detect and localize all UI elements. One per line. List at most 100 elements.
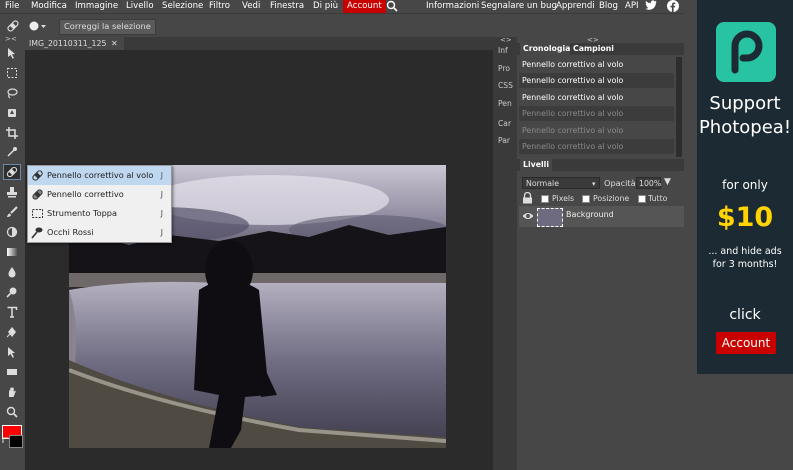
menu-di-piu[interactable]: Di più xyxy=(313,0,338,13)
menu-file[interactable]: File xyxy=(5,0,19,13)
zoom-tool-icon[interactable] xyxy=(3,404,21,420)
flyout-item-red-eye[interactable]: Occhi Rossi J xyxy=(28,223,171,242)
side-tab-css[interactable]: CSS xyxy=(498,81,513,90)
hand-tool-icon[interactable] xyxy=(3,384,21,400)
blur-tool-icon[interactable] xyxy=(3,264,21,280)
layer-thumbnail xyxy=(537,208,563,227)
tab-swatches[interactable]: Campioni xyxy=(570,43,617,55)
menu-modifica[interactable]: Modifica xyxy=(31,0,67,13)
twitter-icon[interactable] xyxy=(645,0,658,12)
history-row[interactable]: Pennello correttivo al volo xyxy=(519,106,674,121)
ad-photopea-text: Photopea! xyxy=(698,117,792,138)
lock-all-checkbox[interactable] xyxy=(638,195,646,203)
lock-position-checkbox[interactable] xyxy=(582,195,590,203)
layer-row[interactable]: Background xyxy=(519,206,684,227)
document-tab[interactable]: IMG_20110311_125 ✕ xyxy=(25,37,124,50)
eyedropper-tool-icon[interactable] xyxy=(3,144,21,160)
brush-tool-icon[interactable] xyxy=(3,204,21,220)
right-panels: <> Cronologia Campioni Pennello corretti… xyxy=(517,36,684,470)
menu-account[interactable]: Account xyxy=(343,0,386,13)
crop-tool-icon[interactable] xyxy=(3,125,21,141)
pen-tool-icon[interactable] xyxy=(3,324,21,340)
side-tab-character[interactable]: Car xyxy=(498,119,511,128)
spot-healing-tool-icon[interactable] xyxy=(3,164,21,180)
history-row[interactable]: Pennello correttivo al volo xyxy=(519,57,674,72)
side-tab-properties[interactable]: Pro xyxy=(498,64,510,73)
healing-brush-icon xyxy=(31,188,44,201)
history-row[interactable]: Pennello correttivo al volo xyxy=(519,123,674,138)
ad-price-text: $10 xyxy=(716,202,774,233)
swap-colors-icon[interactable] xyxy=(2,437,9,444)
menu-immagine[interactable]: Immagine xyxy=(75,0,118,13)
tool-bar: >< xyxy=(0,35,25,470)
shape-tool-icon[interactable] xyxy=(3,364,21,380)
background-color-swatch[interactable] xyxy=(9,435,23,448)
link-segnalare-bug[interactable]: Segnalare un bug xyxy=(481,0,557,12)
document-tab-title: IMG_20110311_125 xyxy=(29,39,107,48)
flyout-item-healing-brush[interactable]: Pennello correttivo J xyxy=(28,185,171,204)
layer-name: Background xyxy=(566,210,614,219)
ad-hide-ads-text: ... and hide ads xyxy=(708,246,782,257)
brush-preset-picker[interactable] xyxy=(28,19,48,33)
side-tab-info[interactable]: Inf xyxy=(498,46,508,55)
history-row[interactable]: Pennello correttivo al volo xyxy=(519,73,674,88)
eye-icon[interactable] xyxy=(522,211,534,221)
blend-mode-select[interactable]: Normale ▾ xyxy=(522,177,600,189)
path-select-tool-icon[interactable] xyxy=(3,344,21,360)
spot-healing-tool-icon[interactable] xyxy=(6,19,20,33)
link-blog[interactable]: Blog xyxy=(599,0,618,12)
menu-livello[interactable]: Livello xyxy=(126,0,154,13)
healing-tools-flyout: Pennello correttivo al volo J Pennello c… xyxy=(27,165,172,243)
tab-layers[interactable]: Livelli xyxy=(520,159,553,171)
ad-account-button[interactable]: Account xyxy=(716,332,776,354)
link-informazioni[interactable]: Informazioni xyxy=(426,0,479,12)
marquee-tool-icon[interactable] xyxy=(3,65,21,81)
gradient-tool-icon[interactable] xyxy=(3,244,21,260)
side-collapse-glyph[interactable]: <> xyxy=(500,36,512,44)
lasso-tool-icon[interactable] xyxy=(3,85,21,101)
lock-pixels-label: Pixels xyxy=(552,194,575,203)
toolbar-expand-glyph[interactable]: >< xyxy=(5,35,17,43)
document-tab-bar: IMG_20110311_125 ✕ xyxy=(25,37,493,50)
type-tool-icon[interactable] xyxy=(3,304,21,320)
link-api[interactable]: API xyxy=(625,0,639,12)
options-bar: Correggi la selezione xyxy=(0,13,684,38)
opacity-label: Opacità: xyxy=(604,178,639,188)
history-panel: Cronologia Campioni Pennello correttivo … xyxy=(517,43,684,159)
ad-click-text: click xyxy=(729,307,761,323)
eraser-tool-icon[interactable] xyxy=(3,224,21,240)
tab-history[interactable]: Cronologia xyxy=(520,43,574,55)
menu-filtro[interactable]: Filtro xyxy=(209,0,230,13)
menu-bar: File Modifica Immagine Livello Selezione… xyxy=(0,0,684,13)
search-icon[interactable] xyxy=(386,0,400,13)
stamp-tool-icon[interactable] xyxy=(3,184,21,200)
ad-banner[interactable]: Support Photopea! for only $10 ... and h… xyxy=(697,0,793,374)
quick-select-tool-icon[interactable] xyxy=(3,105,21,121)
refine-selection-button[interactable]: Correggi la selezione xyxy=(59,19,156,35)
lock-all-label: Tutto xyxy=(648,194,668,203)
close-tab-icon[interactable]: ✕ xyxy=(111,37,118,50)
history-row[interactable]: Pennello correttivo al volo xyxy=(519,90,674,105)
lock-position-label: Posizione xyxy=(593,194,630,203)
side-tab-brush[interactable]: Pen xyxy=(498,99,512,108)
move-tool-icon[interactable] xyxy=(3,45,21,61)
side-tab-paragraph[interactable]: Par xyxy=(498,136,510,145)
opacity-input[interactable]: 100% xyxy=(636,177,661,189)
lock-pixels-checkbox[interactable] xyxy=(541,195,549,203)
history-row[interactable]: Pennello correttivo al volo xyxy=(519,139,674,154)
flyout-item-patch[interactable]: Strumento Toppa J xyxy=(28,204,171,223)
flyout-item-spot-healing[interactable]: Pennello correttivo al volo J xyxy=(28,166,171,185)
patch-icon xyxy=(31,207,44,220)
lock-icon xyxy=(522,191,533,204)
opacity-arrow-icon[interactable]: ▼ xyxy=(664,177,671,187)
photopea-logo-icon xyxy=(716,22,776,82)
dodge-tool-icon[interactable] xyxy=(3,284,21,300)
menu-vedi[interactable]: Vedi xyxy=(242,0,260,13)
menu-finestra[interactable]: Finestra xyxy=(270,0,304,13)
facebook-icon[interactable] xyxy=(667,0,679,12)
history-scrollbar[interactable] xyxy=(676,57,682,157)
menu-selezione[interactable]: Selezione xyxy=(162,0,203,13)
link-apprendi[interactable]: Apprendi xyxy=(556,0,595,12)
spot-healing-icon xyxy=(31,169,44,182)
ad-duration-text: for 3 months! xyxy=(712,259,778,270)
